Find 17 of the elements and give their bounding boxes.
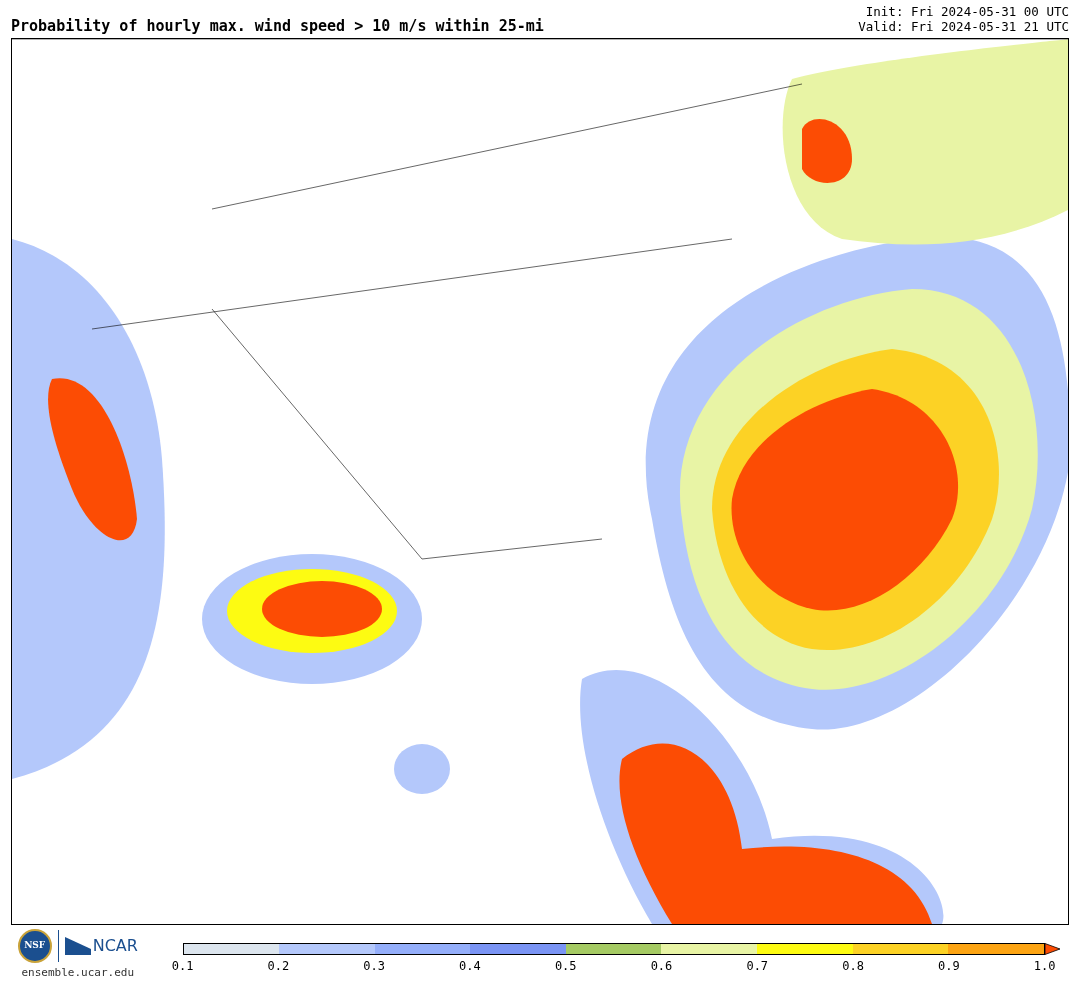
tick-label: 0.7 — [746, 958, 769, 975]
tick-label: 0.8 — [842, 958, 864, 975]
tick-label: 0.1 — [171, 958, 194, 975]
site-url: ensemble.ucar.edu — [21, 965, 135, 981]
tick-label: 1.0 — [1033, 958, 1056, 975]
tick-label: 0.9 — [938, 958, 960, 975]
tick-label: 0.6 — [650, 958, 673, 975]
tick-label: 0.3 — [363, 958, 385, 975]
chart-title: Probability of hourly max. wind speed > 10 m/s within 25-mi — [11, 19, 544, 34]
nsf-logo: NSF — [17, 929, 52, 963]
ncar-icon — [64, 937, 91, 955]
tick-label: 0.4 — [459, 958, 481, 975]
init-time: Init: Fri 2024-05-31 00 UTC — [865, 4, 1069, 19]
ncar-logo: NCAR — [92, 935, 138, 957]
tick-label: 0.5 — [554, 958, 577, 975]
tick-label: 0.2 — [267, 958, 290, 975]
valid-time: Valid: Fri 2024-05-31 21 UTC — [858, 19, 1069, 34]
